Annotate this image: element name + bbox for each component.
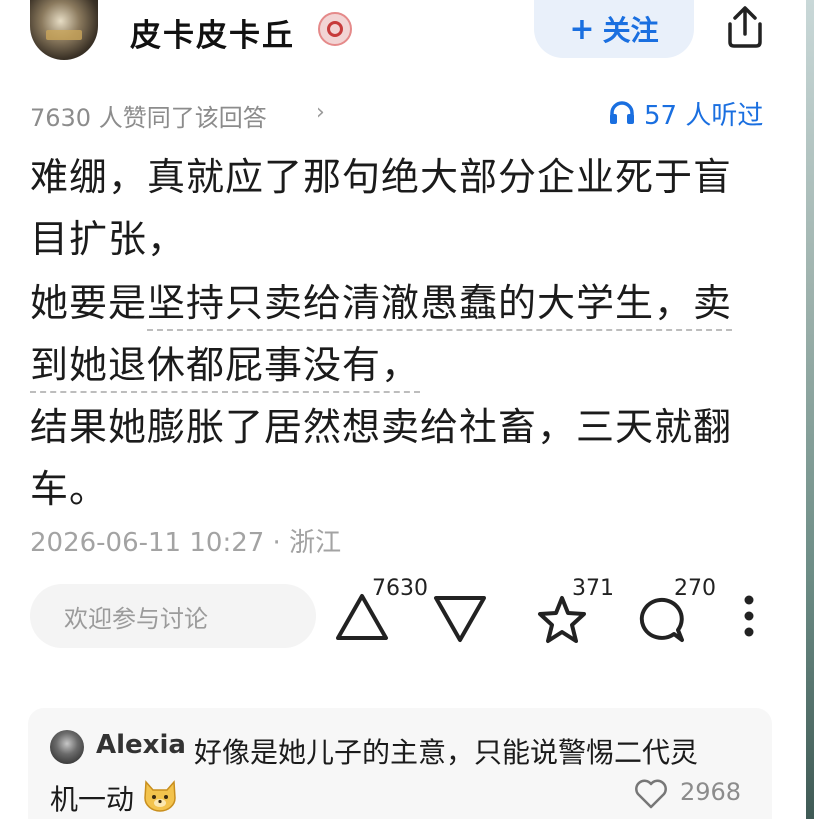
answer-paragraph-1: 难绷，真就应了那句绝大部分企业死于盲目扩张， bbox=[30, 155, 733, 261]
likes-summary[interactable]: 7630 人赞同了该回答 bbox=[30, 98, 267, 133]
chevron-right-icon[interactable]: › bbox=[316, 100, 325, 125]
answer-paragraph-3: 结果她膨胀了居然想卖给社畜，三天就翻车。 bbox=[30, 405, 733, 511]
listen-text: 57 人听过 bbox=[644, 100, 764, 131]
follow-button[interactable]: + 关注 bbox=[534, 0, 694, 58]
answer-text: 她要是 bbox=[30, 281, 148, 325]
answer-paragraph-2: 她要是坚持只卖给清澈愚蠢的大学生，卖到她退休都屁事没有， bbox=[30, 272, 770, 396]
author-name[interactable]: 皮卡皮卡丘 bbox=[130, 10, 295, 55]
plus-icon: + bbox=[569, 11, 595, 47]
listen-count[interactable]: 57 人听过 bbox=[608, 96, 764, 131]
comment-input[interactable]: 欢迎参与讨论 bbox=[30, 584, 316, 648]
more-icon[interactable] bbox=[738, 592, 760, 640]
dog-emoji-icon bbox=[144, 780, 176, 812]
reply-avatar[interactable] bbox=[50, 730, 84, 764]
reply-text: 好像是她儿子的主意，只能说警惕二代灵 bbox=[194, 736, 699, 769]
post-timestamp: 2026-06-11 10:27 · 浙江 bbox=[30, 528, 342, 558]
headphones-icon bbox=[610, 101, 634, 124]
verified-badge-icon bbox=[318, 12, 352, 46]
favorite-count: 371 bbox=[572, 576, 614, 601]
author-avatar[interactable] bbox=[30, 0, 98, 60]
downvote-icon[interactable] bbox=[432, 590, 488, 646]
upvote-count: 7630 bbox=[372, 576, 428, 601]
reply-text-continued: 机一动 bbox=[50, 783, 135, 816]
background-edge bbox=[806, 0, 814, 819]
heart-icon[interactable] bbox=[634, 778, 668, 810]
reply-author[interactable]: Alexia bbox=[96, 730, 186, 760]
follow-label: 关注 bbox=[602, 14, 659, 47]
comment-count: 270 bbox=[674, 576, 716, 601]
reply-like-count: 2968 bbox=[680, 778, 742, 806]
share-icon[interactable] bbox=[722, 4, 768, 50]
